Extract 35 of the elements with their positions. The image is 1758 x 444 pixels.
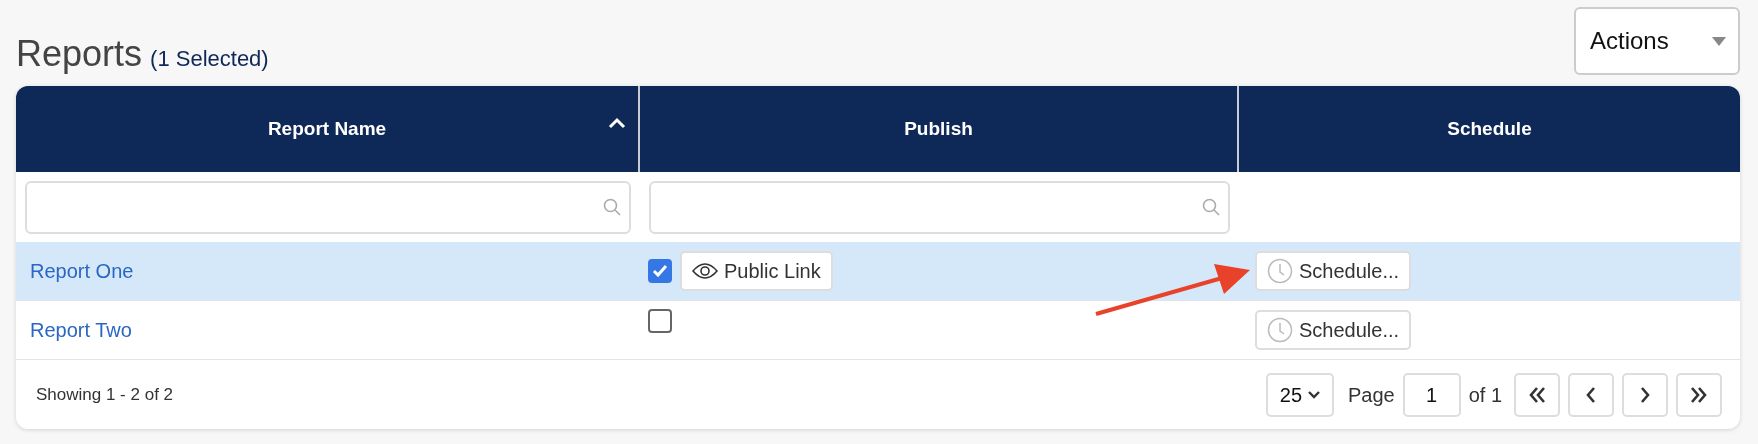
caret-icon <box>1712 36 1726 46</box>
search-icon <box>1202 198 1220 216</box>
clock-icon <box>1267 258 1293 284</box>
results-summary: Showing 1 - 2 of 2 <box>36 383 174 406</box>
page-label: Page <box>1347 382 1395 408</box>
filter-field[interactable] <box>25 180 631 234</box>
column-header[interactable]: Report Name <box>16 86 640 172</box>
page-number-field[interactable]: 1 <box>1402 372 1461 417</box>
sort-ascending-icon[interactable] <box>608 117 626 129</box>
first-page-button[interactable] <box>1514 372 1560 417</box>
actions-dropdown[interactable]: Actions <box>1574 7 1740 75</box>
filter-field[interactable] <box>649 180 1230 234</box>
schedule-button[interactable]: Schedule... <box>1255 251 1412 291</box>
next-page-button[interactable] <box>1622 372 1668 417</box>
search-icon <box>603 198 621 216</box>
report-link[interactable]: Report Two <box>16 319 132 341</box>
report-link[interactable]: Report One <box>16 260 134 282</box>
schedule-button[interactable]: Schedule... <box>1255 310 1412 350</box>
selection-count: (1 Selected) <box>150 45 269 73</box>
last-page-button[interactable] <box>1676 372 1722 417</box>
eye-icon <box>692 262 718 280</box>
clock-icon <box>1267 317 1293 343</box>
chevron-down-icon <box>1308 390 1321 399</box>
page-title: Reports <box>16 36 143 72</box>
publish-checkbox[interactable] <box>648 309 672 333</box>
page-size-select[interactable]: 25 <box>1265 372 1334 417</box>
column-header[interactable]: Schedule <box>1239 86 1740 172</box>
public-link-button[interactable]: Public Link <box>680 251 833 291</box>
checkmark-icon <box>652 264 668 278</box>
table-row[interactable]: Report Two Schedule... <box>16 301 1740 360</box>
publish-checkbox[interactable] <box>648 259 672 283</box>
column-header[interactable]: Publish <box>640 86 1239 172</box>
previous-page-button[interactable] <box>1568 372 1614 417</box>
page-total: of 1 <box>1468 382 1502 408</box>
table-row[interactable]: Report One Public Link Schedule... <box>16 242 1740 301</box>
